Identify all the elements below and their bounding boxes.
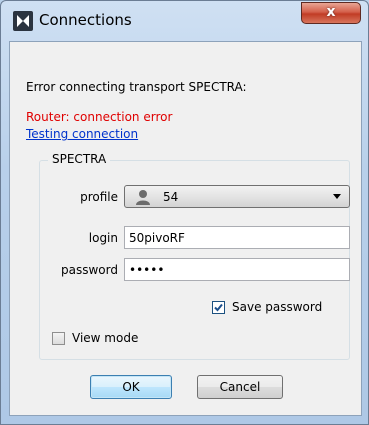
view-mode-checkbox[interactable] xyxy=(52,332,65,345)
profile-select[interactable]: 54 xyxy=(124,185,350,208)
view-mode-label: View mode xyxy=(72,331,139,345)
dialog-body: Error connecting transport SPECTRA: Rout… xyxy=(9,41,362,416)
profile-label: profile xyxy=(80,190,118,204)
user-icon xyxy=(135,189,151,208)
password-label: password xyxy=(61,263,118,277)
chevron-down-icon xyxy=(333,194,341,199)
router-error-text: Router: connection error xyxy=(26,110,173,124)
cancel-button[interactable]: Cancel xyxy=(197,375,283,399)
save-password-label: Save password xyxy=(232,300,323,314)
checkmark-icon xyxy=(214,303,223,312)
error-message: Error connecting transport SPECTRA: xyxy=(26,80,247,94)
title-bar[interactable]: Connections x xyxy=(1,1,368,41)
password-field[interactable] xyxy=(124,258,350,281)
testing-connection-link[interactable]: Testing connection xyxy=(26,127,138,141)
close-button[interactable]: x xyxy=(301,2,361,24)
profile-value: 54 xyxy=(163,190,179,204)
save-password-checkbox[interactable] xyxy=(212,301,225,314)
ok-button[interactable]: OK xyxy=(90,375,172,399)
window-title: Connections xyxy=(39,11,132,29)
login-field[interactable] xyxy=(124,226,350,249)
app-logo-icon xyxy=(13,11,33,31)
connections-window: Connections x Error connecting transport… xyxy=(0,0,369,425)
login-label: login xyxy=(88,231,118,245)
spectra-group-title: SPECTRA xyxy=(48,152,111,166)
